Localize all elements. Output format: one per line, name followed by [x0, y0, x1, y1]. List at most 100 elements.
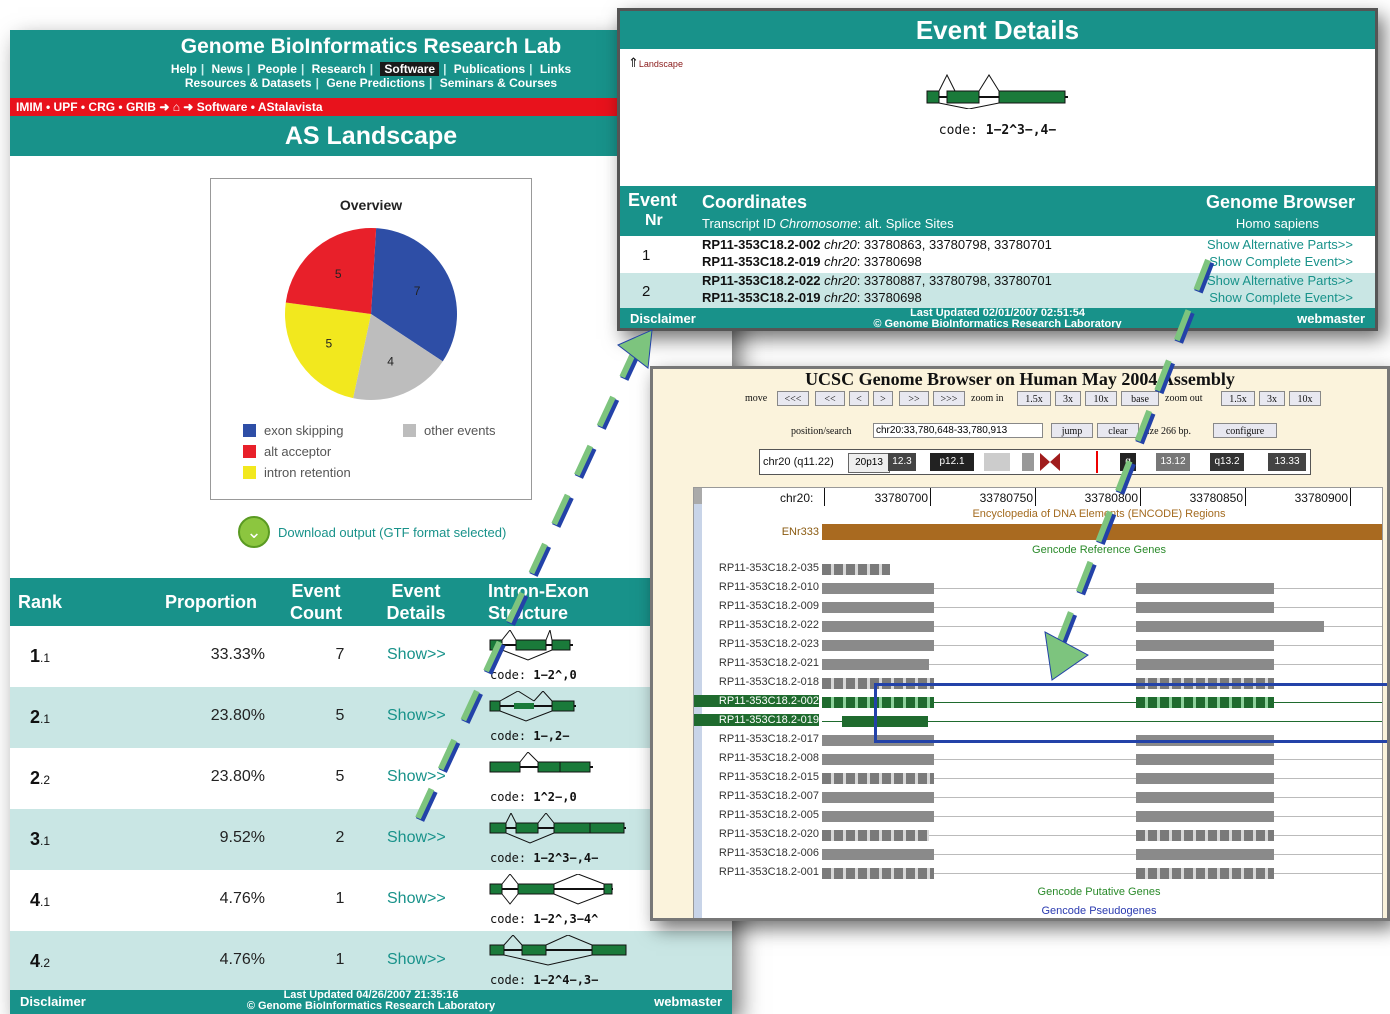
exon-block[interactable]: [1136, 792, 1274, 803]
download-icon[interactable]: ⌄: [238, 516, 270, 548]
show-details-link[interactable]: Show>>: [387, 890, 446, 908]
show-details-link[interactable]: Show>>: [387, 707, 446, 725]
show-details-link[interactable]: Show>>: [387, 829, 446, 847]
exon-block[interactable]: [822, 621, 934, 632]
exon-block[interactable]: [822, 811, 934, 822]
encode-track-label[interactable]: ENr333: [694, 526, 819, 538]
zoom-out-10x-button[interactable]: 10x: [1289, 391, 1321, 406]
exon-block[interactable]: [822, 830, 929, 841]
track-label[interactable]: RP11-353C18.2-007: [694, 790, 819, 802]
exon-block[interactable]: [1136, 621, 1324, 632]
exon-block[interactable]: [822, 640, 934, 651]
exon-block[interactable]: [1136, 602, 1274, 613]
download-output-link[interactable]: ⌄ Download output (GTF format selected): [238, 516, 506, 548]
track-label[interactable]: RP11-353C18.2-015: [694, 771, 819, 783]
exon-block[interactable]: [822, 659, 929, 670]
show-details-link[interactable]: Show>>: [387, 646, 446, 664]
exon-block[interactable]: [1136, 773, 1274, 784]
crumb-grib[interactable]: GRIB: [126, 100, 156, 114]
track-label[interactable]: RP11-353C18.2-019: [694, 714, 819, 726]
show-complete-event-link[interactable]: Show Complete Event>>: [1209, 254, 1353, 269]
crumb-upf[interactable]: UPF: [54, 100, 78, 114]
move-right-3-button[interactable]: >>>: [933, 391, 965, 406]
track-label[interactable]: RP11-353C18.2-018: [694, 676, 819, 688]
exon-block[interactable]: [822, 602, 934, 613]
track-label[interactable]: RP11-353C18.2-009: [694, 600, 819, 612]
exon-block[interactable]: [822, 868, 934, 879]
exon-block[interactable]: [822, 564, 890, 575]
nav-seminars[interactable]: Seminars & Courses: [440, 76, 557, 90]
nav-help[interactable]: Help: [171, 62, 197, 76]
webmaster-link[interactable]: webmaster: [1297, 311, 1365, 326]
landscape-back-link[interactable]: ⇑Landscape: [628, 55, 683, 71]
configure-button[interactable]: configure: [1213, 423, 1277, 438]
webmaster-link[interactable]: webmaster: [654, 994, 722, 1009]
exon-block[interactable]: [1136, 811, 1274, 822]
track-label[interactable]: RP11-353C18.2-006: [694, 847, 819, 859]
nav-resources[interactable]: Resources & Datasets: [185, 76, 312, 90]
move-left-3-button[interactable]: <<<: [777, 391, 809, 406]
home-icon[interactable]: ➜ ⌂ ➜: [159, 100, 193, 114]
track-label[interactable]: RP11-353C18.2-010: [694, 581, 819, 593]
crumb-software[interactable]: Software: [197, 100, 248, 114]
move-right-1-button[interactable]: >: [873, 391, 893, 406]
move-left-1-button[interactable]: <: [849, 391, 869, 406]
zoom-in-1-5x-button[interactable]: 1.5x: [1017, 391, 1051, 406]
nav-news[interactable]: News: [212, 62, 243, 76]
encode-region-bar[interactable]: [822, 524, 1382, 540]
zoom-out-1-5x-button[interactable]: 1.5x: [1221, 391, 1255, 406]
zoom-out-3x-button[interactable]: 3x: [1259, 391, 1285, 406]
intron-exon-structure: [489, 630, 573, 661]
track-label[interactable]: RP11-353C18.2-035: [694, 562, 819, 574]
exon-block[interactable]: [1136, 754, 1274, 765]
exon-block[interactable]: [822, 773, 934, 784]
nav-software[interactable]: Software: [380, 62, 440, 76]
rank-cell: 4.2: [30, 951, 51, 971]
move-right-2-button[interactable]: >>: [899, 391, 929, 406]
clear-button[interactable]: clear: [1097, 423, 1139, 438]
move-left-2-button[interactable]: <<: [815, 391, 845, 406]
exon-block[interactable]: [822, 754, 934, 765]
nav-people[interactable]: People: [258, 62, 297, 76]
exon-block[interactable]: [1136, 849, 1274, 860]
track-label[interactable]: RP11-353C18.2-017: [694, 733, 819, 745]
track-label[interactable]: RP11-353C18.2-020: [694, 828, 819, 840]
nav-publications[interactable]: Publications: [454, 62, 525, 76]
zoom-in-10x-button[interactable]: 10x: [1085, 391, 1117, 406]
show-alternative-parts-link[interactable]: Show Alternative Parts>>: [1207, 237, 1353, 252]
exon-block[interactable]: [1136, 583, 1274, 594]
show-details-link[interactable]: Show>>: [387, 768, 446, 786]
exon-block[interactable]: [1136, 659, 1274, 670]
zoom-base-button[interactable]: base: [1121, 391, 1159, 406]
position-input[interactable]: [873, 423, 1043, 438]
exon-block[interactable]: [822, 849, 934, 860]
show-complete-event-link[interactable]: Show Complete Event>>: [1209, 290, 1353, 305]
show-details-link[interactable]: Show>>: [387, 951, 446, 969]
show-alternative-parts-link[interactable]: Show Alternative Parts>>: [1207, 273, 1353, 288]
exon-block[interactable]: [822, 583, 934, 594]
exon-block[interactable]: [1136, 868, 1274, 879]
track-label[interactable]: RP11-353C18.2-023: [694, 638, 819, 650]
zoom-in-3x-button[interactable]: 3x: [1055, 391, 1081, 406]
up-arrow-icon[interactable]: ⇑: [628, 55, 639, 70]
track-button[interactable]: [694, 488, 702, 504]
exon-block[interactable]: [822, 792, 934, 803]
nav-gene-predictions[interactable]: Gene Predictions: [326, 76, 425, 90]
track-label[interactable]: RP11-353C18.2-022: [694, 619, 819, 631]
track-label[interactable]: RP11-353C18.2-021: [694, 657, 819, 669]
table-row: 4.2 4.76% 1 Show>> code: 1−2^4−,3−: [10, 931, 732, 992]
event-structure-diagram: [926, 73, 1068, 109]
track-label[interactable]: RP11-353C18.2-005: [694, 809, 819, 821]
jump-button[interactable]: jump: [1051, 423, 1093, 438]
exon-block[interactable]: [1136, 640, 1274, 651]
track-label[interactable]: RP11-353C18.2-002: [694, 695, 819, 707]
crumb-imim[interactable]: IMIM: [16, 100, 43, 114]
crumb-crg[interactable]: CRG: [88, 100, 115, 114]
nav-links[interactable]: Links: [540, 62, 571, 76]
crumb-astalavista[interactable]: AStalavista: [258, 100, 323, 114]
exon-block[interactable]: [1136, 830, 1274, 841]
track-label[interactable]: RP11-353C18.2-008: [694, 752, 819, 764]
track-label[interactable]: RP11-353C18.2-001: [694, 866, 819, 878]
col-rank: Rank: [18, 592, 63, 612]
nav-research[interactable]: Research: [312, 62, 366, 76]
